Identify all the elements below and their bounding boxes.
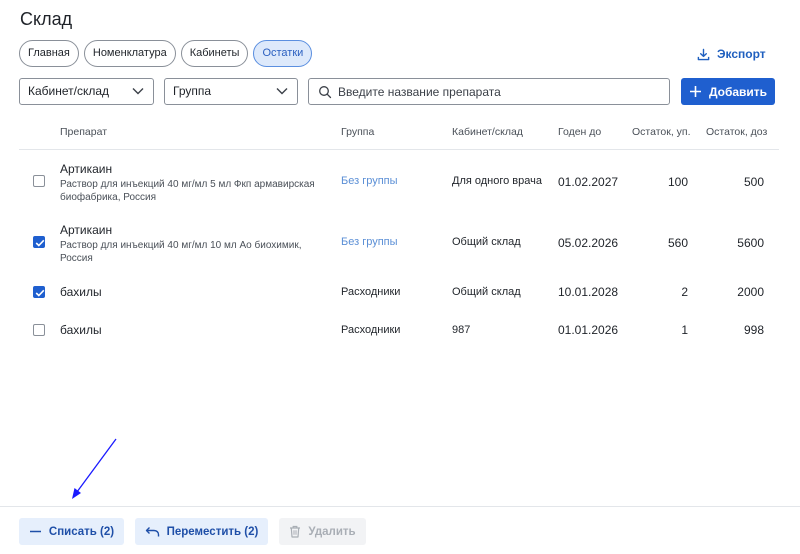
search-input[interactable] xyxy=(338,82,658,101)
column-header-packs[interactable]: Остаток, уп. xyxy=(632,126,691,138)
cabinet-select-label: Кабинет/склад xyxy=(28,84,110,98)
chevron-down-icon xyxy=(276,88,288,95)
download-icon xyxy=(697,48,710,60)
bulk-action-bar: Списать (2) Переместить (2) Удалить xyxy=(0,506,800,554)
delete-button[interactable]: Удалить xyxy=(279,518,366,545)
doses-cell: 500 xyxy=(743,175,764,189)
drug-name: Артикаин xyxy=(60,162,113,176)
doses-cell: 5600 xyxy=(737,236,764,250)
doses-cell: 2000 xyxy=(737,285,764,299)
writeoff-label: Списать (2) xyxy=(48,525,115,538)
drug-description: Раствор для инъекций 40 мг/мл 5 мл Фкп а… xyxy=(60,179,315,203)
export-button[interactable]: Экспорт xyxy=(697,47,766,61)
search-icon xyxy=(319,86,332,99)
drug-description: Раствор для инъекций 40 мг/мл 10 мл Ао б… xyxy=(60,240,302,264)
export-label: Экспорт xyxy=(717,47,766,61)
table-row[interactable]: Артикаин Раствор для инъекций 40 мг/мл 1… xyxy=(19,221,779,267)
tab-main[interactable]: Главная xyxy=(19,40,79,67)
packs-cell: 560 xyxy=(667,236,688,250)
group-cell: Расходники xyxy=(341,286,401,298)
page-title: Склад xyxy=(20,9,73,29)
delete-label: Удалить xyxy=(308,525,356,538)
tab-bar: Главная Номенклатура Кабинеты Остатки xyxy=(19,40,313,67)
group-cell: Расходники xyxy=(341,324,401,336)
doses-cell: 998 xyxy=(743,323,764,337)
search-field xyxy=(308,78,670,105)
row-checkbox[interactable] xyxy=(33,286,45,298)
expiry-cell: 05.02.2026 xyxy=(558,236,619,250)
plus-icon xyxy=(689,86,701,97)
packs-cell: 1 xyxy=(681,323,688,337)
group-link[interactable]: Без группы xyxy=(341,236,398,248)
annotation-arrow xyxy=(72,438,117,499)
undo-arrow-icon xyxy=(145,526,159,536)
tab-stock[interactable]: Остатки xyxy=(253,40,313,67)
add-button-label: Добавить xyxy=(708,84,768,99)
tab-cabinets[interactable]: Кабинеты xyxy=(180,40,249,67)
expiry-cell: 01.02.2027 xyxy=(558,175,619,189)
move-button[interactable]: Переместить (2) xyxy=(135,518,268,545)
minus-icon xyxy=(29,530,41,533)
chevron-down-icon xyxy=(132,88,144,95)
row-checkbox[interactable] xyxy=(33,324,45,336)
drug-name: бахилы xyxy=(60,285,102,299)
table-row[interactable]: бахилы Расходники 987 01.01.2026 1 998 xyxy=(19,322,779,342)
column-header-cabinet[interactable]: Кабинет/склад xyxy=(452,126,523,138)
column-header-expiry[interactable]: Годен до xyxy=(558,126,601,138)
expiry-cell: 10.01.2028 xyxy=(558,285,619,299)
trash-icon xyxy=(290,525,301,538)
row-checkbox[interactable] xyxy=(33,236,45,248)
table-header: Препарат Группа Кабинет/склад Годен до О… xyxy=(19,120,779,150)
table-row[interactable]: Артикаин Раствор для инъекций 40 мг/мл 5… xyxy=(19,160,779,206)
expiry-cell: 01.01.2026 xyxy=(558,323,619,337)
cabinet-select[interactable]: Кабинет/склад xyxy=(19,78,154,105)
group-link[interactable]: Без группы xyxy=(341,175,398,187)
group-select[interactable]: Группа xyxy=(164,78,298,105)
drug-name: Артикаин xyxy=(60,223,113,237)
move-label: Переместить (2) xyxy=(166,525,259,538)
add-button[interactable]: Добавить xyxy=(681,78,775,105)
group-select-label: Группа xyxy=(173,84,212,98)
checkmark-icon xyxy=(35,289,45,297)
column-header-group[interactable]: Группа xyxy=(341,126,374,138)
cabinet-cell: Общий склад xyxy=(452,286,521,298)
cabinet-cell: Для одного врача xyxy=(452,175,542,187)
checkmark-icon xyxy=(35,239,45,247)
packs-cell: 100 xyxy=(667,175,688,189)
column-header-doses[interactable]: Остаток, доз xyxy=(706,126,767,138)
cabinet-cell: 987 xyxy=(452,324,471,336)
writeoff-button[interactable]: Списать (2) xyxy=(19,518,124,545)
tab-nomenclature[interactable]: Номенклатура xyxy=(83,40,176,67)
drug-name: бахилы xyxy=(60,323,102,337)
column-header-drug[interactable]: Препарат xyxy=(60,126,107,138)
packs-cell: 2 xyxy=(681,285,688,299)
table-row[interactable]: бахилы Расходники Общий склад 10.01.2028… xyxy=(19,284,779,304)
cabinet-cell: Общий склад xyxy=(452,236,521,248)
row-checkbox[interactable] xyxy=(33,175,45,187)
